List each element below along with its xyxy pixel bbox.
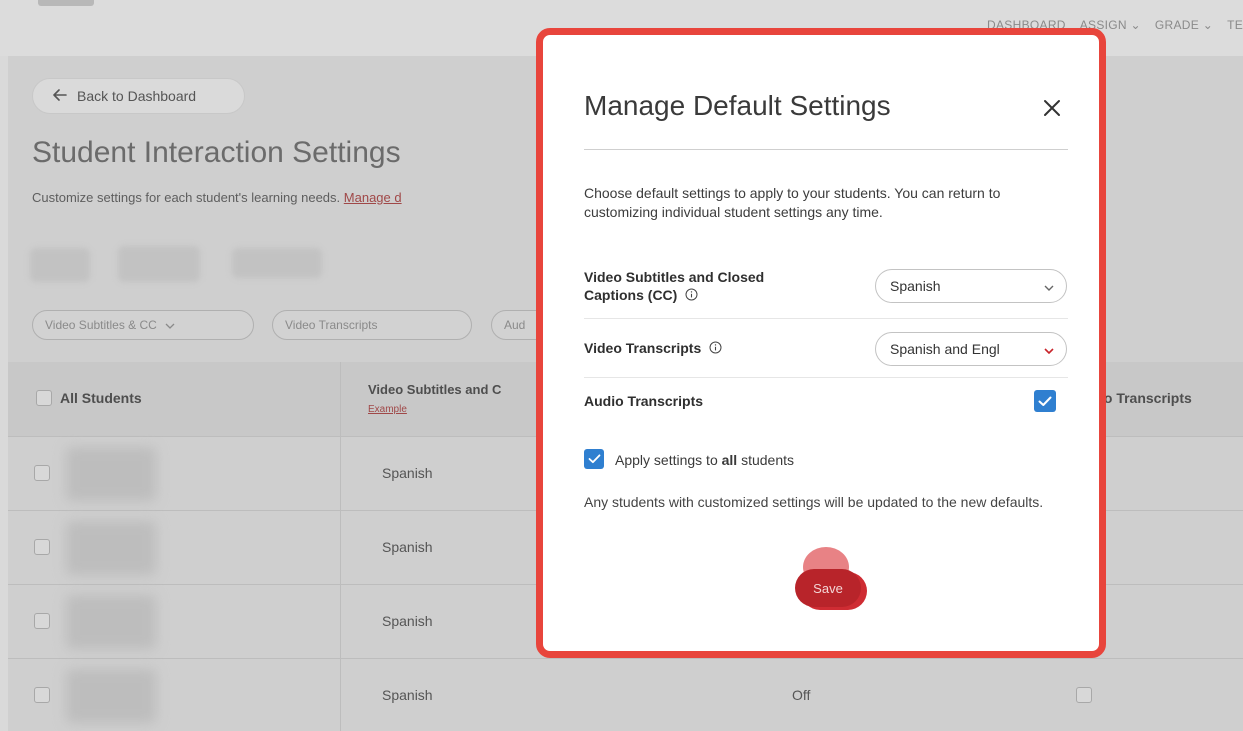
chevron-down-icon	[1044, 341, 1054, 357]
back-label: Back to Dashboard	[77, 88, 197, 104]
setting-divider	[584, 318, 1068, 319]
row-checkbox[interactable]	[34, 465, 50, 481]
arrow-left-icon	[53, 88, 67, 104]
video-transcripts-value: Spanish and Engl	[890, 341, 1000, 357]
nav-teach[interactable]: TE	[1227, 18, 1243, 32]
video-subtitles-value: Spanish	[890, 278, 941, 294]
all-students-header: All Students	[36, 390, 142, 406]
all-students-label: All Students	[60, 390, 142, 406]
back-to-dashboard-button[interactable]: Back to Dashboard	[32, 78, 245, 114]
setting-divider	[584, 377, 1068, 378]
audio-transcripts-label: Audio Transcripts	[584, 393, 704, 409]
apply-prefix: Apply settings to	[615, 452, 722, 468]
video-subtitles-select[interactable]: Spanish	[875, 269, 1067, 303]
video-subtitles-label: Video Subtitles and Closed Captions (CC)	[584, 269, 765, 303]
info-icon[interactable]	[709, 340, 722, 358]
video-subtitles-setting: Video Subtitles and Closed Captions (CC)	[584, 268, 824, 305]
audio-setting-value: Off	[792, 687, 811, 703]
blurred-tab	[30, 248, 90, 282]
row-checkbox[interactable]	[34, 687, 50, 703]
chevron-down-icon	[165, 318, 175, 332]
student-name-blurred	[66, 521, 156, 575]
blurred-tab	[118, 246, 200, 282]
apply-bold-word: all	[721, 452, 738, 468]
video-transcripts-setting: Video Transcripts	[584, 339, 722, 358]
subtitle-language: Spanish	[382, 465, 433, 481]
filter-chip-video-transcripts[interactable]: Video Transcripts	[272, 310, 472, 340]
subtitle-language: Spanish	[382, 613, 433, 629]
modal-divider	[584, 149, 1068, 150]
student-name-blurred	[66, 595, 156, 649]
save-button[interactable]: Save	[795, 569, 861, 607]
manage-default-settings-modal: Manage Default Settings Choose default s…	[536, 28, 1106, 658]
apply-to-all-label[interactable]: Apply settings to all students	[615, 452, 794, 468]
table-row: Spanish Off	[8, 658, 1243, 731]
audio-transcripts-column-header: io Transcripts	[1100, 390, 1192, 406]
audio-transcripts-checkbox[interactable]	[1034, 390, 1056, 412]
filter-chip-video-subtitles[interactable]: Video Subtitles & CC	[32, 310, 254, 340]
info-icon[interactable]	[685, 287, 698, 305]
logo	[38, 0, 94, 6]
chip-label: Aud	[504, 318, 526, 332]
modal-title: Manage Default Settings	[584, 90, 891, 121]
nav-grade[interactable]: GRADE ⌄	[1155, 18, 1213, 32]
apply-to-all-checkbox[interactable]	[584, 449, 604, 469]
subtitle-language: Spanish	[382, 539, 433, 555]
page-subtitle: Customize settings for each student's le…	[32, 190, 402, 205]
apply-suffix: students	[737, 452, 795, 468]
select-all-checkbox[interactable]	[36, 390, 52, 406]
row-checkbox[interactable]	[34, 539, 50, 555]
student-name-blurred	[66, 447, 156, 501]
audio-transcripts-checkbox[interactable]	[1076, 687, 1092, 703]
manage-defaults-link[interactable]: Manage d	[344, 190, 402, 205]
subtitle-language: Spanish	[382, 687, 433, 703]
blurred-tab	[232, 248, 322, 278]
close-icon[interactable]	[1037, 93, 1067, 123]
video-subtitles-column-header: Video Subtitles and C	[368, 382, 502, 397]
update-note: Any students with customized settings wi…	[584, 494, 1044, 510]
example-link[interactable]: Example	[368, 404, 407, 415]
row-checkbox[interactable]	[34, 613, 50, 629]
chip-label: Video Subtitles & CC	[45, 318, 157, 332]
page-title: Student Interaction Settings	[32, 136, 401, 169]
video-transcripts-label: Video Transcripts	[584, 340, 702, 356]
subtitle-text: Customize settings for each student's le…	[32, 190, 341, 205]
chip-label: Video Transcripts	[285, 318, 378, 332]
modal-description: Choose default settings to apply to your…	[584, 185, 1001, 220]
video-transcripts-select[interactable]: Spanish and Engl	[875, 332, 1067, 366]
chevron-down-icon	[1044, 278, 1054, 294]
student-name-blurred	[66, 669, 156, 723]
